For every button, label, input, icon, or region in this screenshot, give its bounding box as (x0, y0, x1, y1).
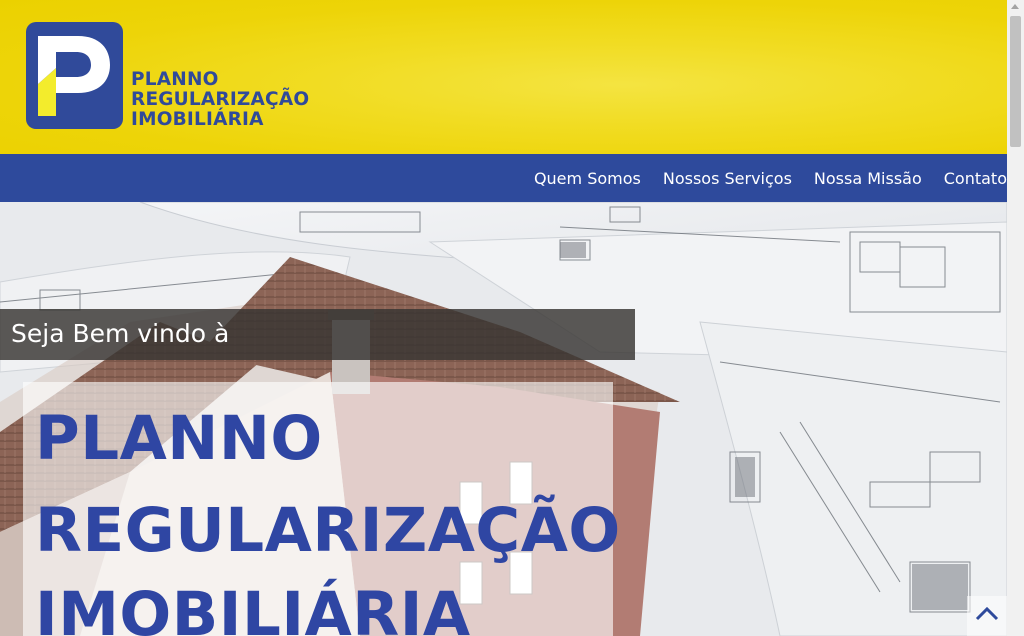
scrollbar-thumb[interactable] (1010, 16, 1021, 147)
page-scrollbar[interactable] (1007, 0, 1024, 636)
page: PLANNO REGULARIZAÇÃO IMOBILIÁRIA Quem So… (0, 0, 1007, 636)
hero-title-line: REGULARIZAÇÃO (35, 495, 621, 566)
scroll-to-top-button[interactable] (967, 596, 1007, 636)
nav-link-nossa-missao[interactable]: Nossa Missão (814, 169, 922, 188)
main-nav: Quem Somos Nossos Serviços Nossa Missão … (0, 154, 1007, 202)
nav-link-nossos-servicos[interactable]: Nossos Serviços (663, 169, 792, 188)
logo-icon[interactable] (26, 22, 123, 129)
brand-name-line: IMOBILIÁRIA (131, 109, 264, 130)
welcome-text: Seja Bem vindo à (11, 319, 230, 348)
hero-banner: Seja Bem vindo à PLANNO REGULARIZAÇÃO IM… (0, 202, 1007, 636)
brand-name-line: PLANNO (131, 69, 219, 90)
welcome-banner: Seja Bem vindo à (0, 309, 635, 360)
nav-link-contato[interactable]: Contato (944, 169, 1007, 188)
brand-name: PLANNO REGULARIZAÇÃO IMOBILIÁRIA (131, 70, 309, 130)
hero-title-line: IMOBILIÁRIA (35, 579, 471, 636)
hero-title-line: PLANNO (35, 403, 323, 474)
brand-name-line: REGULARIZAÇÃO (131, 89, 310, 110)
nav-links: Quem Somos Nossos Serviços Nossa Missão … (512, 154, 1007, 202)
scroll-up-arrow-icon[interactable] (1011, 4, 1019, 9)
site-header: PLANNO REGULARIZAÇÃO IMOBILIÁRIA (0, 0, 1007, 154)
nav-link-quem-somos[interactable]: Quem Somos (534, 169, 641, 188)
hero-title-panel: PLANNO REGULARIZAÇÃO IMOBILIÁRIA (23, 382, 620, 636)
chevron-up-icon (975, 606, 999, 621)
